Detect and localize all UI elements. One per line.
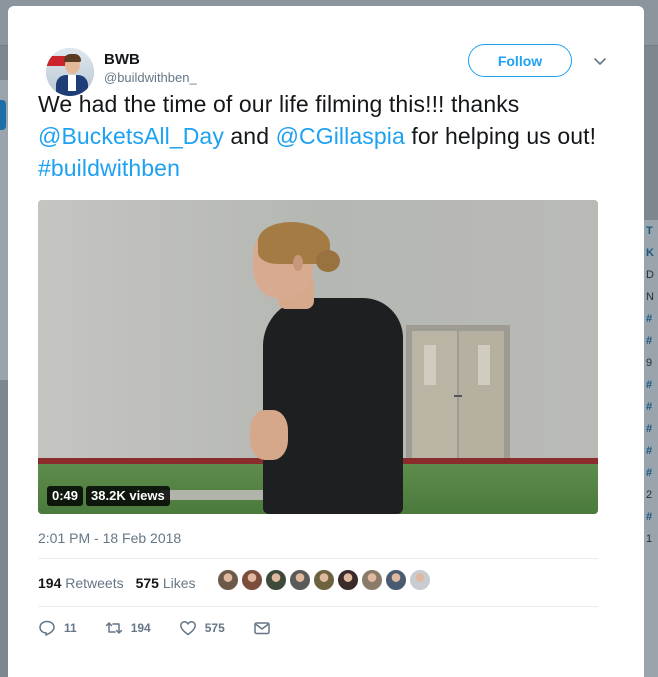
video-badges: 0:49 38.2K views — [47, 486, 170, 506]
reply-button[interactable]: 11 — [38, 619, 77, 637]
video-views: 38.2K views — [86, 486, 170, 506]
liker-avatar[interactable] — [241, 569, 263, 591]
liker-avatar[interactable] — [265, 569, 287, 591]
background-left-accent — [0, 100, 6, 130]
tweet-text-segment: and — [223, 123, 276, 149]
liker-avatar[interactable] — [337, 569, 359, 591]
liker-avatar[interactable] — [289, 569, 311, 591]
envelope-icon — [254, 622, 270, 635]
like-count: 575 — [204, 621, 225, 635]
retweets-stat[interactable]: 194 Retweets — [38, 575, 124, 591]
direct-message-button[interactable] — [253, 619, 271, 637]
tweet-text-segment: We had the time of our life filming this… — [38, 91, 520, 117]
divider — [38, 606, 598, 607]
tweet-actions: 11 194 575 — [38, 619, 299, 637]
tweet-stats: 194 Retweets 575 Likes — [38, 575, 196, 591]
likers-avatars — [217, 569, 431, 591]
follow-button[interactable]: Follow — [468, 44, 572, 77]
video-player[interactable]: 0:49 38.2K views — [38, 200, 598, 514]
retweet-button[interactable]: 194 — [105, 619, 151, 637]
retweet-icon — [105, 622, 122, 634]
tweet-text: We had the time of our life filming this… — [38, 88, 608, 184]
author-name[interactable]: BWB — [104, 51, 140, 68]
likes-stat[interactable]: 575 Likes — [136, 575, 196, 591]
author-handle[interactable]: @buildwithben_ — [104, 70, 197, 85]
like-button[interactable]: 575 — [179, 619, 225, 637]
liker-avatar[interactable] — [313, 569, 335, 591]
hashtag-link[interactable]: #buildwithben — [38, 155, 180, 181]
divider — [38, 558, 598, 559]
tweet-header: BWB @buildwithben_ Follow — [46, 6, 609, 96]
mention-link[interactable]: @BucketsAll_Day — [38, 123, 224, 149]
heart-icon — [179, 621, 196, 636]
tweet-text-segment: for helping us out! — [404, 123, 597, 149]
retweet-count: 194 — [130, 621, 151, 635]
liker-avatar[interactable] — [361, 569, 383, 591]
video-duration: 0:49 — [47, 486, 84, 506]
chevron-down-icon[interactable] — [591, 52, 609, 70]
reply-icon — [39, 620, 55, 636]
liker-avatar[interactable] — [385, 569, 407, 591]
liker-avatar[interactable] — [409, 569, 431, 591]
mention-link[interactable]: @CGillaspia — [276, 123, 405, 149]
reply-count: 11 — [64, 621, 77, 635]
tweet-timestamp[interactable]: 2:01 PM - 18 Feb 2018 — [38, 530, 181, 546]
liker-avatar[interactable] — [217, 569, 239, 591]
